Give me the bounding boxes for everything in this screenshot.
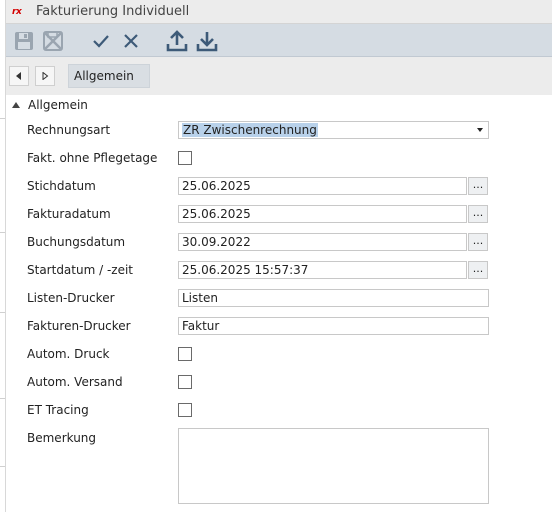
save-icon — [15, 32, 33, 50]
row-rechnungsart: Rechnungsart ZR Zwischenrechnung — [6, 116, 552, 144]
stichdatum-field[interactable]: 25.06.2025 — [178, 177, 467, 195]
discard-button[interactable] — [40, 28, 66, 54]
stichdatum-label: Stichdatum — [27, 179, 96, 193]
listen-drucker-field[interactable]: Listen — [178, 289, 489, 307]
buchungsdatum-label: Buchungsdatum — [27, 235, 126, 249]
fakturen-drucker-field[interactable]: Faktur — [178, 317, 489, 335]
row-listen-drucker: Listen-Drucker Listen — [6, 284, 552, 312]
autom-druck-label: Autom. Druck — [27, 347, 110, 361]
startdatum-field[interactable]: 25.06.2025 15:57:37 — [178, 261, 467, 279]
nav-forward-button[interactable] — [35, 66, 55, 86]
fakt-ohne-pflegetage-label: Fakt. ohne Pflegetage — [27, 151, 158, 165]
fakturadatum-label: Fakturadatum — [27, 207, 111, 221]
et-tracing-label: ET Tracing — [27, 403, 89, 417]
rechnungsart-value: ZR Zwischenrechnung — [182, 123, 318, 137]
upload-icon — [166, 30, 188, 52]
row-buchungsdatum: Buchungsdatum 30.09.2022 ... — [6, 228, 552, 256]
cancel-button[interactable] — [118, 28, 144, 54]
section-title: Allgemein — [28, 98, 88, 112]
app-logo: rx — [12, 6, 22, 17]
listen-drucker-label: Listen-Drucker — [27, 291, 115, 305]
nav-back-button[interactable] — [9, 66, 29, 86]
rechnungsart-label: Rechnungsart — [27, 123, 111, 137]
checkmark-icon — [93, 35, 109, 48]
row-autom-druck: Autom. Druck — [6, 340, 552, 368]
startdatum-label: Startdatum / -zeit — [27, 263, 134, 277]
row-fakturadatum: Fakturadatum 25.06.2025 ... — [6, 200, 552, 228]
section-header[interactable]: Allgemein — [6, 95, 552, 115]
title-bar: rx Fakturierung Individuell — [6, 0, 552, 24]
bemerkung-textarea[interactable] — [178, 428, 489, 504]
autom-versand-checkbox[interactable] — [178, 375, 192, 389]
toolbar — [6, 24, 552, 57]
startdatum-picker-button[interactable]: ... — [468, 261, 488, 279]
window-title: Fakturierung Individuell — [36, 4, 190, 19]
rechnungsart-select[interactable]: ZR Zwischenrechnung — [178, 121, 489, 139]
fakt-ohne-pflegetage-checkbox[interactable] — [178, 151, 192, 165]
autom-versand-label: Autom. Versand — [27, 375, 123, 389]
row-et-tracing: ET Tracing — [6, 396, 552, 424]
dropdown-arrow-icon — [477, 128, 483, 132]
stichdatum-picker-button[interactable]: ... — [468, 177, 488, 195]
row-fakt-ohne-pflegetage: Fakt. ohne Pflegetage — [6, 144, 552, 172]
collapse-caret-icon — [12, 102, 20, 108]
navigation-bar: Allgemein — [6, 57, 552, 95]
row-fakturen-drucker: Fakturen-Drucker Faktur — [6, 312, 552, 340]
row-stichdatum: Stichdatum 25.06.2025 ... — [6, 172, 552, 200]
bemerkung-label: Bemerkung — [27, 431, 97, 445]
et-tracing-checkbox[interactable] — [178, 403, 192, 417]
row-startdatum: Startdatum / -zeit 25.06.2025 15:57:37 .… — [6, 256, 552, 284]
close-icon — [124, 34, 138, 48]
buchungsdatum-picker-button[interactable]: ... — [468, 233, 488, 251]
discard-icon — [43, 31, 63, 51]
fakturen-drucker-label: Fakturen-Drucker — [27, 319, 131, 333]
fakturadatum-field[interactable]: 25.06.2025 — [178, 205, 467, 223]
import-button[interactable] — [194, 28, 220, 54]
save-button[interactable] — [11, 28, 37, 54]
triangle-right-outline-icon — [42, 72, 49, 80]
buchungsdatum-field[interactable]: 30.09.2022 — [178, 233, 467, 251]
export-button[interactable] — [164, 28, 190, 54]
autom-druck-checkbox[interactable] — [178, 347, 192, 361]
triangle-left-icon — [16, 72, 21, 80]
dialog-window: rx Fakturierung Individuell Allgemein Al… — [6, 0, 552, 512]
row-autom-versand: Autom. Versand — [6, 368, 552, 396]
confirm-button[interactable] — [88, 28, 114, 54]
download-icon — [196, 32, 218, 52]
fakturadatum-picker-button[interactable]: ... — [468, 205, 488, 223]
breadcrumb-allgemein[interactable]: Allgemein — [68, 64, 150, 88]
